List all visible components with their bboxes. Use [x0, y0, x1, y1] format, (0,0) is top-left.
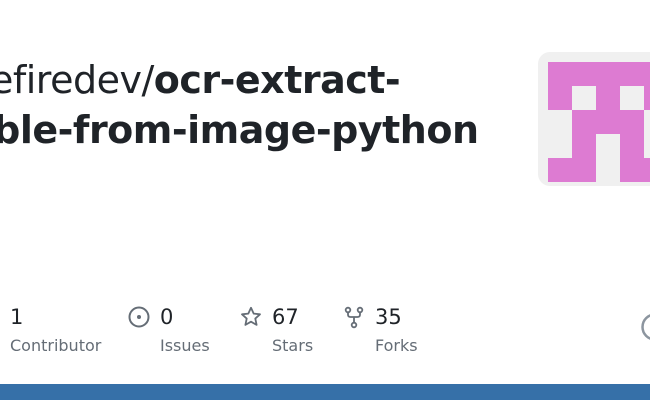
issues-label: Issues [160, 336, 210, 355]
repo-forked-icon [342, 305, 366, 329]
stars-label: Stars [272, 336, 314, 355]
stat-stars[interactable]: 67 Stars [239, 300, 313, 355]
repo-title[interactable]: vefiredev/ocr-extract- able-from-image-p… [0, 55, 479, 155]
forks-count: 35 [375, 305, 402, 329]
issues-count: 0 [160, 305, 174, 329]
stars-count: 67 [272, 305, 299, 329]
stat-forks[interactable]: 35 Forks [342, 300, 418, 355]
contributors-count: 1 [10, 305, 24, 329]
star-icon [239, 305, 263, 329]
language-color-bar [0, 384, 650, 400]
stat-contributors[interactable]: 1 Contributor [10, 300, 101, 355]
forks-label: Forks [375, 336, 418, 355]
repo-owner: vefiredev/ [0, 58, 154, 102]
repo-name-part-1: ocr-extract- [153, 58, 401, 102]
repo-title-line-1: vefiredev/ocr-extract- [0, 55, 479, 105]
repo-social-card: vefiredev/ocr-extract- able-from-image-p… [0, 0, 650, 400]
github-logo-icon [640, 312, 650, 342]
repo-stats: 1 Contributor 0 Issues 67 Stars 35 Forks [0, 300, 650, 360]
stat-issues[interactable]: 0 Issues [127, 300, 210, 355]
repo-name-part-2: able-from-image-python [0, 108, 479, 152]
issue-opened-icon [127, 305, 151, 329]
contributors-label: Contributor [10, 336, 102, 355]
owner-avatar[interactable] [538, 52, 650, 186]
identicon-image [548, 62, 650, 182]
